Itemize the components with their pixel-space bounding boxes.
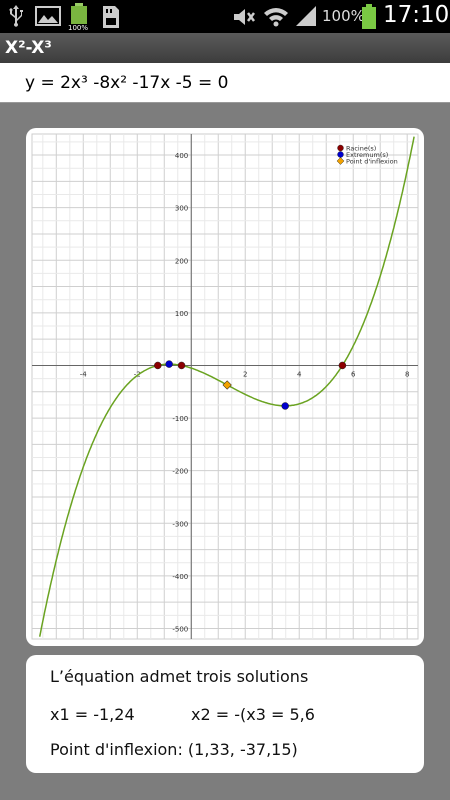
root-point [177,361,186,370]
battery-percent: 100% [322,7,365,25]
clock: 17:10 [383,2,450,28]
equation-text: y = 2x³ -8x² -17x -5 = 0 [0,63,450,103]
solutions-summary: L’équation admet trois solutions [50,667,309,686]
y-tick-label: 400 [175,152,188,160]
y-tick-label: 300 [175,205,188,213]
mute-icon [234,9,255,25]
inflection-point-text: Point d'inflexion: (1,33, -37,15) [50,740,298,759]
y-tick-label: -400 [172,573,188,581]
x-tick-label: -4 [80,370,88,378]
status-bar: 100% 100% 17:10 [0,0,450,33]
y-tick-label: 200 [175,257,188,265]
signal-icon [296,6,316,26]
chart-card: -4 -2 2 4 6 8 400 300 200 100 -100 -200 -300 -400 -500… [26,128,424,646]
solution-x2-x3: x2 = -(x3 = 5,6 [191,705,315,724]
mini-battery-icon: 100% [68,3,92,32]
y-tick-label: -500 [172,625,188,633]
x-tick-label: 6 [351,370,356,378]
y-tick-label: -300 [172,520,188,528]
x-tick-label: 2 [243,370,247,378]
usb-icon [9,5,23,27]
solution-x1: x1 = -1,24 [50,705,135,724]
x-tick-label: 8 [405,370,409,378]
y-tick-label: -200 [172,468,188,476]
function-graph[interactable]: -4 -2 2 4 6 8400300200100-100-200-300-400-500… [26,128,424,646]
root-point [154,361,162,370]
extremum-point [281,402,289,410]
mini-battery-label: 100% [68,24,89,32]
x-tick-label: 4 [297,370,302,378]
legend-marker-extremum [337,151,344,158]
sd-card-icon [103,6,119,28]
root-point [338,361,347,370]
y-tick-label: 100 [175,310,188,318]
y-tick-label: -100 [172,415,188,423]
app-title: X²-X³ [0,33,450,63]
extremum-point [165,360,173,368]
legend-marker-root [337,144,344,152]
wifi-icon [264,8,288,27]
gallery-icon [35,6,61,26]
legend-label: Point d'inflexion [346,158,398,166]
battery-icon [362,4,376,29]
results-card: L’équation admet trois solutions x1 = -1… [26,655,424,773]
